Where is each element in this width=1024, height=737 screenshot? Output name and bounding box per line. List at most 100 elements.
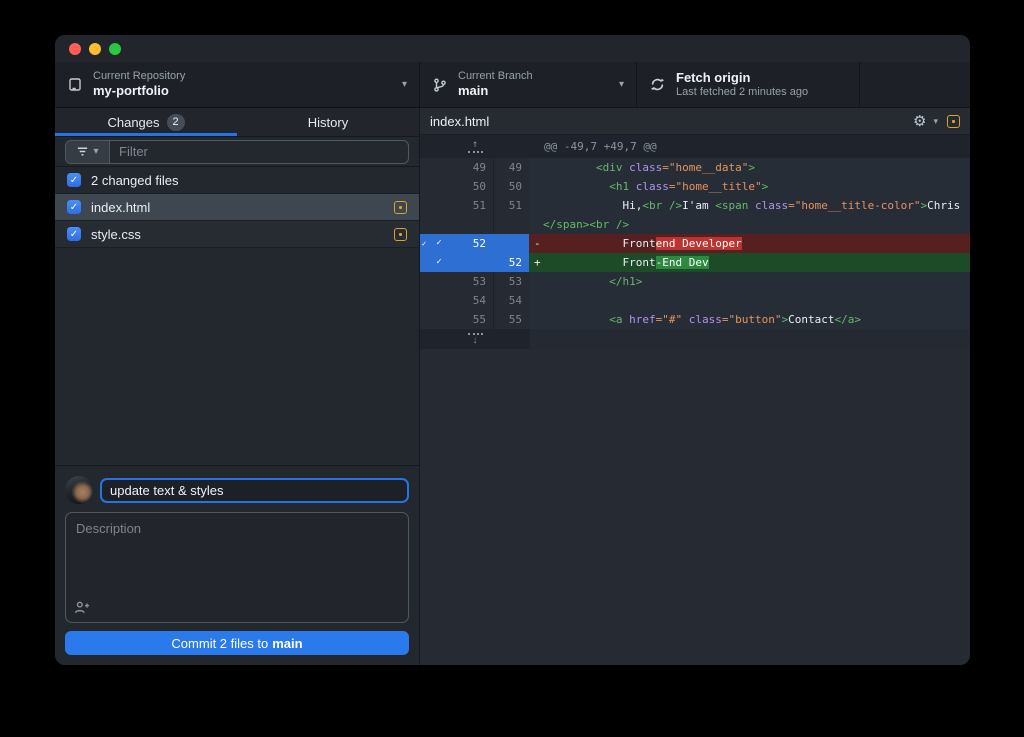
diff-line: 5050 <h1 class="home__title"> <box>420 177 970 196</box>
tab-label: Changes <box>107 115 159 130</box>
arrow-up-icon: ↑ <box>472 141 478 149</box>
diff-line: </span><br /> <box>420 215 970 234</box>
sidebar-tabs: Changes2 History <box>55 108 419 137</box>
line-select-check[interactable] <box>428 291 450 310</box>
line-select-check[interactable] <box>428 215 450 234</box>
code-text: <a href="#" class="button">Contact</a> <box>543 310 861 329</box>
description-box <box>65 512 409 623</box>
modified-status-icon <box>947 115 960 128</box>
old-line-number <box>450 253 494 272</box>
commit-summary-input[interactable] <box>100 478 409 503</box>
repository-text: Current Repository my-portfolio <box>93 70 185 100</box>
code-line: <div class="home__data"> <box>529 158 970 177</box>
dashed-line <box>468 151 483 153</box>
changes-sidebar: Changes2History ▾ ✓ 2 cha <box>55 108 420 665</box>
commit-button[interactable]: Commit 2 files to main <box>65 631 409 655</box>
hunk-select-strip[interactable] <box>420 272 428 291</box>
diff-file-name: index.html <box>430 114 489 129</box>
person-add-icon <box>74 600 90 615</box>
changed-files-count: 2 changed files <box>91 173 178 188</box>
tab-changes[interactable]: Changes2 <box>55 108 237 136</box>
new-line-number <box>494 215 529 234</box>
close-window-button[interactable] <box>69 43 81 55</box>
hunk-select-strip[interactable] <box>420 196 428 215</box>
diff-marker <box>529 215 543 234</box>
filter-row: ▾ <box>55 137 419 167</box>
diff-marker: - <box>529 234 543 253</box>
old-line-number <box>450 215 494 234</box>
sync-icon <box>649 76 666 93</box>
avatar <box>65 476 93 504</box>
branch-name: main <box>458 83 533 99</box>
hunk-gutter: ↑ <box>420 135 530 158</box>
hunk-header-row: ↑ @@ -49,7 +49,7 @@ <box>420 135 970 158</box>
line-select-check[interactable] <box>428 196 450 215</box>
file-row[interactable]: ✓style.css <box>55 221 419 248</box>
select-all-checkbox[interactable]: ✓ <box>67 173 81 187</box>
line-select-check[interactable]: ✓ <box>428 234 450 253</box>
diff-line: 5151 Hi,<br />I'am <span class="home__ti… <box>420 196 970 215</box>
modified-status-icon <box>394 228 407 241</box>
commit-area: Commit 2 files to main <box>55 465 419 665</box>
tab-history[interactable]: History <box>237 108 419 136</box>
modified-status-icon <box>394 201 407 214</box>
file-checkbox[interactable]: ✓ <box>67 227 81 241</box>
hunk-select-strip[interactable] <box>420 253 428 272</box>
current-branch-dropdown[interactable]: Current Branch main ▾ <box>420 62 637 107</box>
filter-box: ▾ <box>65 140 409 164</box>
line-select-check[interactable] <box>428 310 450 329</box>
hunk-select-strip[interactable]: ✓ <box>420 234 428 253</box>
expand-hunk-up-button[interactable]: ↑ <box>468 141 483 153</box>
file-checkbox[interactable]: ✓ <box>67 200 81 214</box>
expand-hunk-down-button[interactable]: ↓ <box>468 333 483 345</box>
branch-label: Current Branch <box>458 70 533 84</box>
old-line-number: 49 <box>450 158 494 177</box>
diff-file-header: index.html ⚙ ▾ <box>420 108 970 135</box>
chevron-down-icon[interactable]: ▾ <box>933 116 938 127</box>
select-all-row: ✓ 2 changed files <box>55 167 419 194</box>
hunk-select-strip[interactable] <box>420 158 428 177</box>
github-desktop-window: Current Repository my-portfolio ▾ Curren… <box>55 35 970 665</box>
hunk-select-strip[interactable] <box>420 291 428 310</box>
code-line: - Frontend Developer <box>529 234 970 253</box>
filter-options-button[interactable]: ▾ <box>66 141 110 163</box>
tab-label: History <box>308 115 348 130</box>
code-text: </h1> <box>543 272 642 291</box>
code-line: <a href="#" class="button">Contact</a> <box>529 310 970 329</box>
diff-marker <box>529 158 543 177</box>
zoom-window-button[interactable] <box>109 43 121 55</box>
fetch-subtitle: Last fetched 2 minutes ago <box>676 86 808 100</box>
current-repository-dropdown[interactable]: Current Repository my-portfolio ▾ <box>55 62 420 107</box>
minimize-window-button[interactable] <box>89 43 101 55</box>
diff-line: 5555 <a href="#" class="button">Contact<… <box>420 310 970 329</box>
new-line-number: 49 <box>494 158 529 177</box>
diff-marker <box>529 177 543 196</box>
file-row[interactable]: ✓index.html <box>55 194 419 221</box>
line-select-check[interactable]: ✓ <box>428 253 450 272</box>
summary-row <box>65 476 409 504</box>
titlebar[interactable] <box>55 35 970 62</box>
file-list: ✓index.html✓style.css <box>55 194 419 248</box>
code-text: Front-End Dev <box>543 253 709 272</box>
line-select-check[interactable] <box>428 177 450 196</box>
code-line: Hi,<br />I'am <span class="home__title-c… <box>529 196 970 215</box>
diff-marker <box>529 196 543 215</box>
commit-description-input[interactable] <box>65 512 409 623</box>
diff-panel: index.html ⚙ ▾ ↑ @@ -49,7 +49,7 @@ 4949 … <box>420 108 970 665</box>
code-line <box>529 291 970 310</box>
fetch-origin-button[interactable]: Fetch origin Last fetched 2 minutes ago <box>637 62 860 107</box>
hunk-select-strip[interactable] <box>420 177 428 196</box>
hunk-select-strip[interactable] <box>420 310 428 329</box>
filter-input[interactable] <box>110 141 408 163</box>
code-line: <h1 class="home__title"> <box>529 177 970 196</box>
line-select-check[interactable] <box>428 158 450 177</box>
toolbar: Current Repository my-portfolio ▾ Curren… <box>55 62 970 108</box>
commit-button-prefix: Commit 2 files to <box>171 636 268 651</box>
old-line-number: 53 <box>450 272 494 291</box>
add-coauthor-button[interactable] <box>74 600 90 615</box>
hunk-select-strip[interactable] <box>420 215 428 234</box>
diff-line: ✓✓52- Frontend Developer <box>420 234 970 253</box>
line-select-check[interactable] <box>428 272 450 291</box>
diff-options-gear-icon[interactable]: ⚙ <box>913 114 926 129</box>
arrow-down-icon: ↓ <box>473 337 478 345</box>
